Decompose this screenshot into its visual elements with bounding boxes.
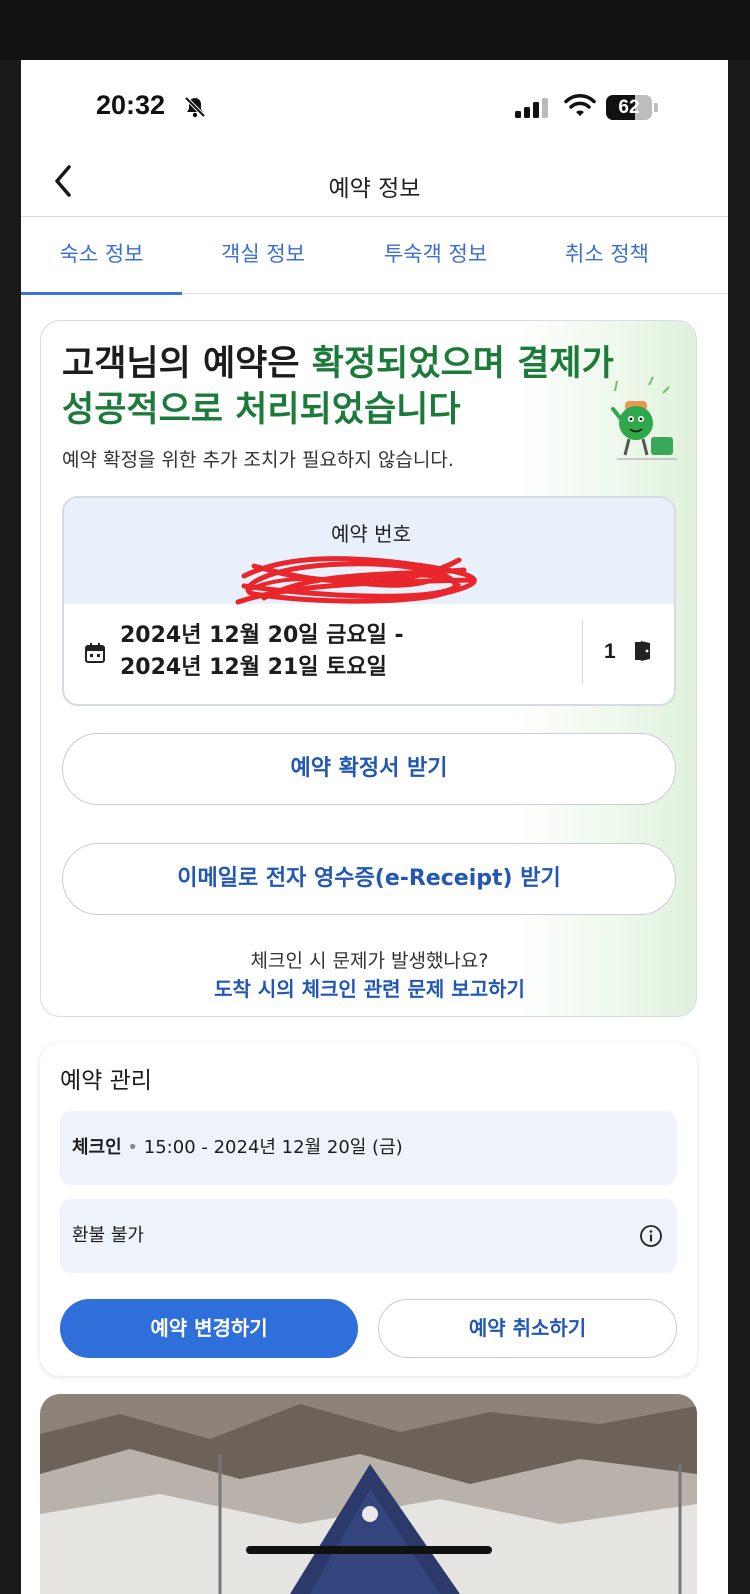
page-title: 예약 정보 [328,176,421,202]
checkout-date: 2024년 12월 21일 토요일 [120,655,387,680]
reservation-number-panel: 예약 번호 [64,498,674,605]
tab-cancel-policy[interactable]: 취소 정책 [527,218,687,294]
home-indicator[interactable] [246,1546,492,1554]
checkin-label: 체크인 [72,1137,122,1158]
change-booking-button[interactable]: 예약 변경하기 [60,1299,358,1358]
headline-text: 고객님의 예약은 [62,344,312,384]
manage-booking-card: 예약 관리 체크인 • 15:00 - 2024년 12월 20일 (금) 환불… [40,1043,697,1376]
tab-property-info[interactable]: 숙소 정보 [21,218,182,295]
refund-row[interactable]: 환불 불가 [60,1199,677,1273]
confirmation-card: 고객님의 예약은 확정되었으며 결제가 성공적으로 처리되었습니다 예약 확정을… [40,320,697,1017]
battery-level: 62 [618,97,640,118]
tab-guest-info[interactable]: 투숙객 정보 [344,218,527,294]
door-icon [635,641,650,661]
bell-muted-icon [184,96,206,118]
get-confirmation-button[interactable]: 예약 확정서 받기 [62,733,676,805]
checkin-trouble-text: 체크인 시 문제가 발생했나요? [250,950,489,972]
wifi-icon [564,94,596,116]
app-screen: 20:32 62 예약 정보 숙소 정보 객실 정보 투숙객 정보 취소 정책 … [21,60,728,1594]
reservation-box: 예약 번호 2024년 12월 20일 금요일 - 2024년 12월 21일 … [62,496,676,706]
cancel-booking-button[interactable]: 예약 취소하기 [378,1299,677,1358]
divider [582,620,583,684]
email-receipt-button[interactable]: 이메일로 전자 영수증(e-Receipt) 받기 [62,843,676,915]
refund-text: 환불 불가 [72,1225,144,1246]
redacted-scribble [235,556,477,605]
confirmation-headline: 고객님의 예약은 확정되었으며 결제가 성공적으로 처리되었습니다 [62,341,622,433]
calendar-icon [85,643,105,663]
info-icon[interactable] [639,1224,663,1248]
confirmation-subtext: 예약 확정을 위한 추가 조치가 필요하지 않습니다. [62,449,454,471]
cellular-signal-icon [515,98,548,118]
stay-dates: 2024년 12월 20일 금요일 - 2024년 12월 21일 토요일 [120,620,404,684]
status-time: 20:32 [96,90,166,120]
mascot-traveler-icon [611,376,677,460]
report-checkin-issue-link[interactable]: 도착 시의 체크인 관련 문제 보고하기 [41,973,696,1002]
nav-header: 예약 정보 [21,155,728,217]
battery-icon: 62 [606,95,658,120]
reservation-number-label: 예약 번호 [331,522,411,546]
manage-title: 예약 관리 [60,1068,152,1094]
tab-bar: 숙소 정보 객실 정보 투숙객 정보 취소 정책 [21,218,728,295]
checkin-detail: 15:00 - 2024년 12월 20일 (금) [143,1137,403,1158]
checkin-text: 체크인 • 15:00 - 2024년 12월 20일 (금) [72,1137,403,1158]
top-black-bar [0,0,750,60]
hotel-photo [40,1394,697,1594]
checkin-date: 2024년 12월 20일 금요일 - [120,623,404,648]
room-count: 1 [604,640,616,663]
status-bar: 20:32 62 [21,60,728,155]
checkin-row[interactable]: 체크인 • 15:00 - 2024년 12월 20일 (금) [60,1111,677,1185]
tab-room-info[interactable]: 객실 정보 [182,218,344,294]
